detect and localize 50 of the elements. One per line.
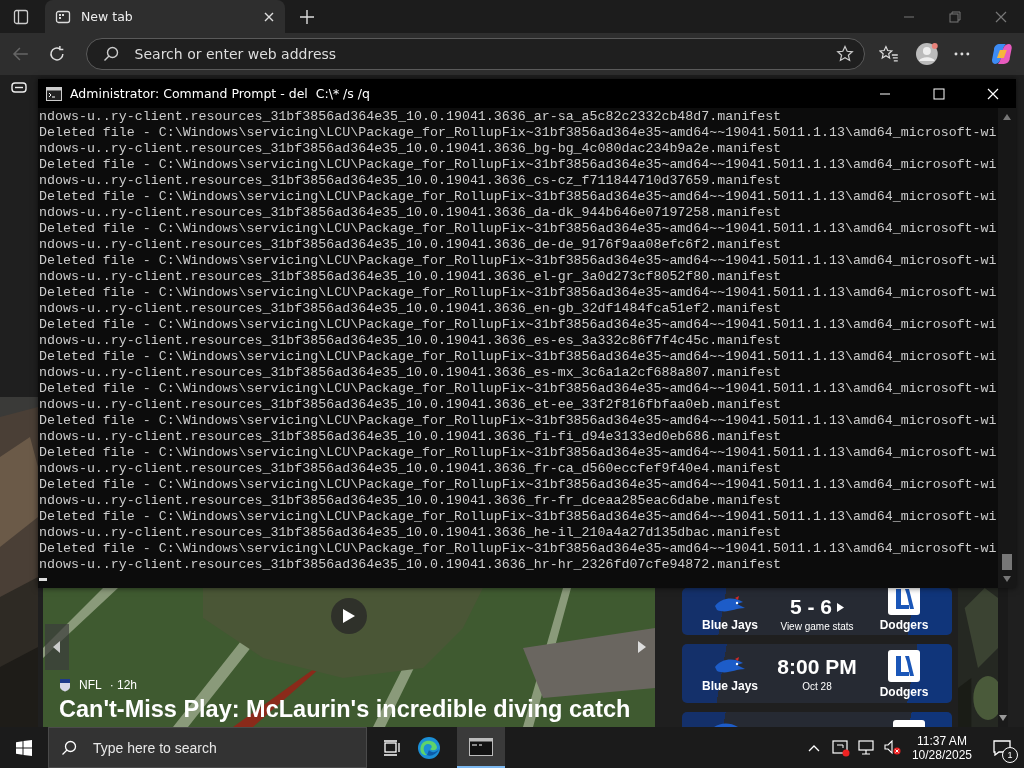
score-card[interactable]: Blue Jays 8:00 PM Oct 28 Dodgers <box>682 644 952 703</box>
console-line: Deleted file - C:\Windows\servicing\LCU\Package_for_RollupFix~31bf3856ad364e35~amd64~~19041.5011.1.13\amd64_microsoft-wi <box>39 413 998 429</box>
console-line: Deleted file - C:\Windows\servicing\LCU\Package_for_RollupFix~31bf3856ad364e35~amd64~~19041.5011.1.13\amd64_microsoft-wi <box>39 125 998 141</box>
clock-time[interactable]: 11:37 AM <box>917 733 967 748</box>
console-line: ndows-u..ry-client.resources_31bf3856ad364e35_10.0.19041.3636_et-ee_33f2f816fbfaa0eb.manifest <box>39 397 783 413</box>
game-status[interactable]: View game stats <box>780 621 854 632</box>
team-name: Blue Jays <box>701 678 758 693</box>
console-line: ndows-u..ry-client.resources_31bf3856ad364e35_10.0.19041.3636_el-gr_3a0d273cf8052f80.manifest <box>39 269 783 285</box>
console-line: ndows-u..ry-client.resources_31bf3856ad364e35_10.0.19041.3636_ar-sa_a5c82c2332cb48d7.manifest <box>39 109 783 125</box>
console-line: ndows-u..ry-client.resources_31bf3856ad364e35_10.0.19041.3636_de-de_9176f9aa08efc6f2.manifest <box>39 237 783 253</box>
console-line: ndows-u..ry-client.resources_31bf3856ad364e35_10.0.19041.3636_he-il_210a4a27d135dbac.manifest <box>39 525 783 541</box>
team-name: Dodgers <box>879 684 929 699</box>
console-line: Deleted file - C:\Windows\servicing\LCU\Package_for_RollupFix~31bf3856ad364e35~amd64~~19041.5011.1.13\amd64_microsoft-wi <box>39 445 998 461</box>
clock-date[interactable]: 10/28/2025 <box>911 747 972 762</box>
console-line: ndows-u..ry-client.resources_31bf3856ad364e35_10.0.19041.3636_es-mx_3c6a1a2cf688a807.manifest <box>39 365 783 381</box>
console-line: Deleted file - C:\Windows\servicing\LCU\Package_for_RollupFix~31bf3856ad364e35~amd64~~19041.5011.1.13\amd64_microsoft-wi <box>39 317 998 333</box>
console-line: Deleted file - C:\Windows\servicing\LCU\Package_for_RollupFix~31bf3856ad364e35~amd64~~19041.5011.1.13\amd64_microsoft-wi <box>39 541 998 557</box>
search-input[interactable]: Type here to search <box>91 738 366 757</box>
console-line: ndows-u..ry-client.resources_31bf3856ad364e35_10.0.19041.3636_fi-fi_d94e3133ed0eb686.manifest <box>39 429 783 445</box>
game-status: Oct 28 <box>802 681 832 692</box>
news-headline[interactable]: Can't-Miss Play: McLaurin's incredible diving catch <box>59 696 631 723</box>
console-line: Deleted file - C:\Windows\servicing\LCU\Package_for_RollupFix~31bf3856ad364e35~amd64~~19041.5011.1.13\amd64_microsoft-wi <box>39 157 998 173</box>
console-line: Deleted file - C:\Windows\servicing\LCU\Package_for_RollupFix~31bf3856ad364e35~amd64~~19041.5011.1.13\amd64_microsoft-wi <box>39 381 998 397</box>
console-line: ndows-u..ry-client.resources_31bf3856ad364e35_10.0.19041.3636_fr-ca_d560eccfef9f40e4.manifest <box>39 461 783 477</box>
console-line: Deleted file - C:\Windows\servicing\LCU\Package_for_RollupFix~31bf3856ad364e35~amd64~~19041.5011.1.13\amd64_microsoft-wi <box>39 189 998 205</box>
score-text: 8:00 PM <box>777 655 857 679</box>
console-line: ndows-u..ry-client.resources_31bf3856ad364e35_10.0.19041.3636_cs-cz_f711844710d37659.manifest <box>39 173 783 189</box>
team-name: Dodgers <box>879 618 929 632</box>
notifications-button[interactable]: 1 <box>986 732 1018 763</box>
taskbar-search-field[interactable]: Type here to search <box>48 727 367 768</box>
console-line: Deleted file - C:\Windows\servicing\LCU\Package_for_RollupFix~31bf3856ad364e35~amd64~~19041.5011.1.13\amd64_microsoft-wi <box>39 509 998 525</box>
news-age: · 12h <box>109 678 138 692</box>
browser-tab[interactable]: New tab <box>45 0 285 33</box>
score-text: 5 - 6 <box>790 595 832 619</box>
console-line: Deleted file - C:\Windows\servicing\LCU\Package_for_RollupFix~31bf3856ad364e35~amd64~~19041.5011.1.13\amd64_microsoft-wi <box>39 349 998 365</box>
address-bar[interactable]: Search or enter web address <box>85 38 865 70</box>
console-line: Deleted file - C:\Windows\servicing\LCU\Package_for_RollupFix~31bf3856ad364e35~amd64~~19041.5011.1.13\amd64_microsoft-wi <box>39 221 998 237</box>
console-line: ndows-u..ry-client.resources_31bf3856ad364e35_10.0.19041.3636_hr-hr_2326fd07cfe94872.manifest <box>39 557 783 573</box>
window-title: Administrator: Command Prompt - del C:\* /s /q <box>70 86 370 101</box>
score-card[interactable]: Blue Jays 5 - 6 View game stats Dodgers <box>682 588 952 635</box>
console-line: Deleted file - C:\Windows\servicing\LCU\Package_for_RollupFix~31bf3856ad364e35~amd64~~19041.5011.1.13\amd64_microsoft-wi <box>39 253 998 269</box>
console-line: ndows-u..ry-client.resources_31bf3856ad364e35_10.0.19041.3636_bg-bg_4c080dac234b9a2e.manifest <box>39 141 783 157</box>
console-line: ndows-u..ry-client.resources_31bf3856ad364e35_10.0.19041.3636_es-es_3a332c86f7f4c45c.manifest <box>39 333 783 349</box>
news-source: NFL <box>79 678 102 692</box>
team-name: Blue Jays <box>701 618 758 632</box>
console-line: ndows-u..ry-client.resources_31bf3856ad364e35_10.0.19041.3636_da-dk_944b646e07197258.manifest <box>39 205 783 221</box>
console-line: ndows-u..ry-client.resources_31bf3856ad364e35_10.0.19041.3636_en-gb_32df1484fca51ef2.manifest <box>39 301 783 317</box>
console-line: Deleted file - C:\Windows\servicing\LCU\Package_for_RollupFix~31bf3856ad364e35~amd64~~19041.5011.1.13\amd64_microsoft-wi <box>39 285 998 301</box>
console-line: ndows-u..ry-client.resources_31bf3856ad364e35_10.0.19041.3636_fr-fr_dceaa285eac6dabe.manifest <box>39 493 783 509</box>
console-line: Deleted file - C:\Windows\servicing\LCU\Package_for_RollupFix~31bf3856ad364e35~amd64~~19041.5011.1.13\amd64_microsoft-wi <box>39 477 998 493</box>
